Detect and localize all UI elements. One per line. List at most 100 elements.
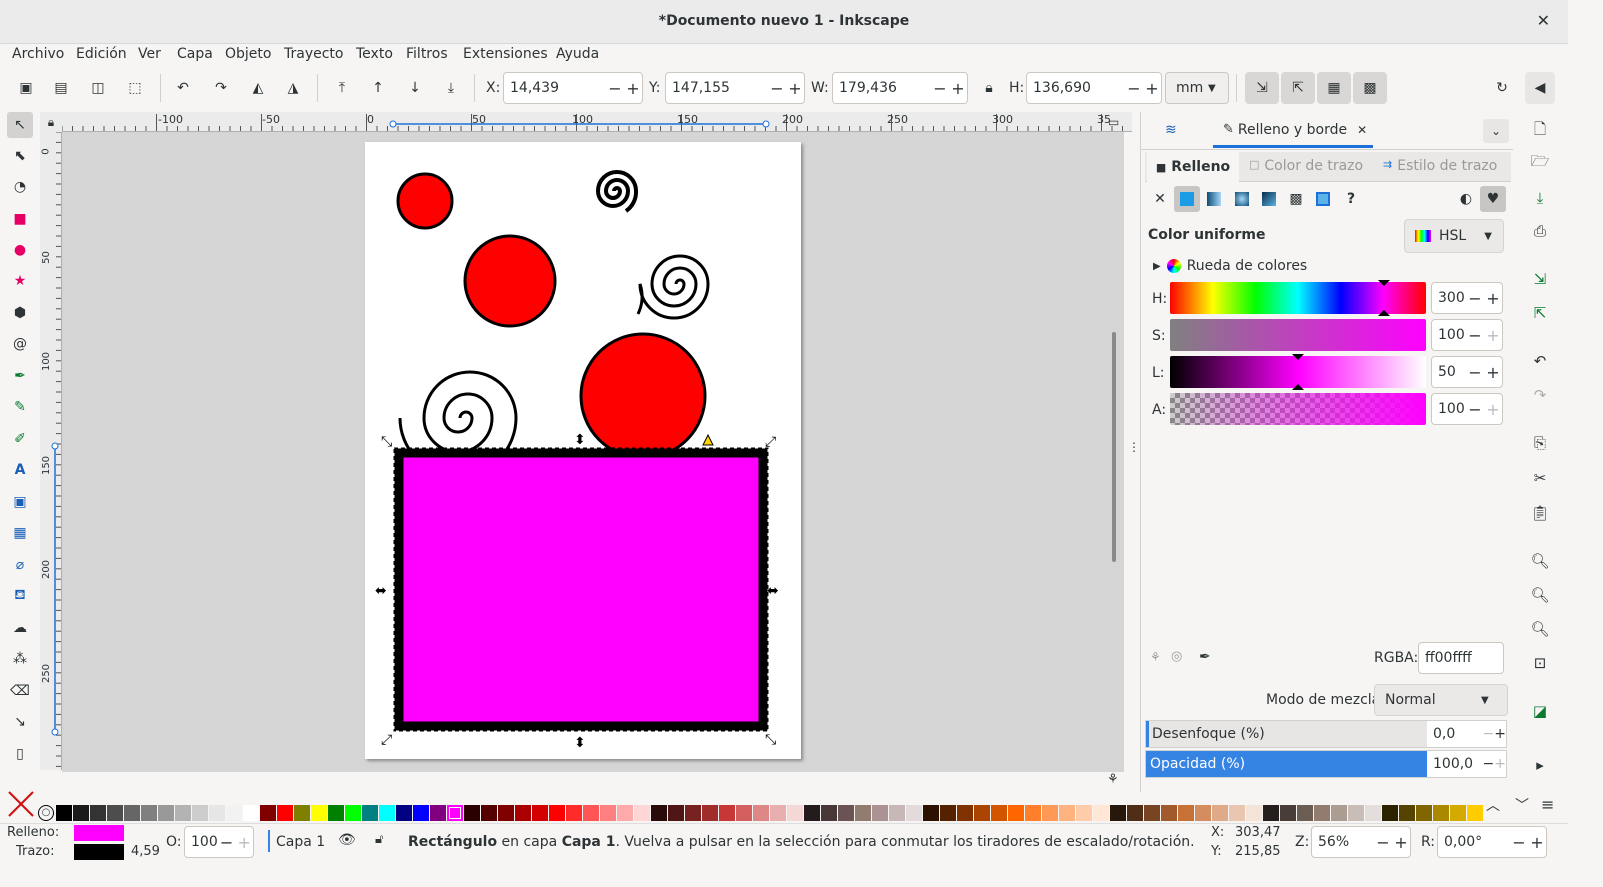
lightness-increment[interactable]: + bbox=[1484, 363, 1502, 382]
palette-swatch[interactable] bbox=[1416, 805, 1432, 821]
paste-icon[interactable]: 📋︎ bbox=[1527, 500, 1553, 526]
menu-extensiones[interactable]: Extensiones bbox=[463, 46, 548, 62]
palette-swatch[interactable] bbox=[1263, 805, 1279, 821]
palette-scroll-up-icon[interactable]: ︿ bbox=[1486, 795, 1500, 815]
selector-tool-icon[interactable]: ↖ bbox=[7, 112, 33, 138]
color-wheel-expander[interactable]: ▶ Rueda de colores bbox=[1153, 258, 1307, 274]
lock-ratio-icon[interactable]: 🔒︎ bbox=[976, 75, 1002, 101]
palette-swatch[interactable] bbox=[600, 805, 616, 821]
star-tool-icon[interactable]: ★ bbox=[7, 268, 33, 294]
pen-tool-icon[interactable]: ✒ bbox=[7, 363, 33, 389]
unset-paint-icon[interactable]: ? bbox=[1338, 186, 1364, 212]
menu-texto[interactable]: Texto bbox=[356, 46, 393, 62]
alpha-value[interactable]: 100 bbox=[1432, 401, 1466, 417]
blur-increment[interactable]: + bbox=[1494, 726, 1506, 742]
color-mode-select[interactable]: HSL ▼ bbox=[1404, 219, 1504, 253]
gradient-tool-icon[interactable]: ▣ bbox=[7, 489, 33, 515]
saturation-spin[interactable]: 100 − + bbox=[1431, 319, 1503, 351]
raise-icon[interactable]: ↑ bbox=[365, 75, 391, 101]
x-value[interactable]: 14,439 bbox=[504, 80, 606, 96]
rgba-field[interactable]: ff00ffff bbox=[1418, 642, 1504, 674]
palette-swatch[interactable] bbox=[345, 805, 361, 821]
current-layer[interactable]: Capa 1 bbox=[276, 834, 325, 850]
palette-swatch[interactable] bbox=[362, 805, 378, 821]
lightness-slider-marker[interactable] bbox=[1170, 354, 1426, 394]
palette-swatch[interactable] bbox=[209, 805, 225, 821]
spray-tool-icon[interactable]: ⁂ bbox=[7, 646, 33, 672]
status-opacity-spin[interactable]: 100 − + bbox=[184, 826, 254, 858]
palette-swatch[interactable] bbox=[1093, 805, 1109, 821]
palette-swatch[interactable] bbox=[1467, 805, 1483, 821]
color-managed-icon[interactable]: ⚘ bbox=[1150, 650, 1161, 664]
palette-swatch[interactable] bbox=[549, 805, 565, 821]
h-value[interactable]: 136,690 bbox=[1027, 80, 1125, 96]
palette-swatch[interactable] bbox=[1433, 805, 1449, 821]
open-document-icon[interactable]: 🗁︎ bbox=[1527, 150, 1553, 176]
saturation-increment[interactable]: + bbox=[1484, 326, 1502, 345]
menu-objeto[interactable]: Objeto bbox=[225, 46, 271, 62]
y-value[interactable]: 147,155 bbox=[666, 80, 768, 96]
status-opacity-decrement[interactable]: − bbox=[218, 833, 236, 852]
palette-swatch[interactable] bbox=[804, 805, 820, 821]
palette-swatch[interactable] bbox=[294, 805, 310, 821]
unit-value[interactable]: mm bbox=[1166, 80, 1208, 96]
palette-swatch[interactable] bbox=[1076, 805, 1092, 821]
zoom-decrement[interactable]: − bbox=[1374, 833, 1392, 852]
palette-swatch[interactable] bbox=[821, 805, 837, 821]
fill-rule-nonzero-icon[interactable]: ♥ bbox=[1480, 186, 1506, 212]
zoom-increment[interactable]: + bbox=[1392, 833, 1410, 852]
blend-mode-select[interactable]: Normal ▼ bbox=[1374, 684, 1508, 716]
status-opacity-increment[interactable]: + bbox=[235, 833, 253, 852]
palette-swatch[interactable] bbox=[1042, 805, 1058, 821]
palette-swatch[interactable] bbox=[787, 805, 803, 821]
lightness-value[interactable]: 50 bbox=[1432, 364, 1466, 380]
palette-swatch[interactable] bbox=[311, 805, 327, 821]
rotation-spin[interactable]: 0,00° − + bbox=[1437, 826, 1547, 858]
none-swatch-icon[interactable]: ○ bbox=[38, 805, 54, 821]
raise-to-top-icon[interactable]: ⤒ bbox=[329, 75, 355, 101]
palette-swatch[interactable] bbox=[243, 805, 259, 821]
palette-swatch[interactable] bbox=[1110, 805, 1126, 821]
dropper-tool-icon[interactable]: ⌀ bbox=[7, 552, 33, 578]
alpha-decrement[interactable]: − bbox=[1466, 400, 1484, 419]
fill-rule-evenodd-icon[interactable]: ◐ bbox=[1453, 186, 1479, 212]
palette-swatch[interactable] bbox=[1450, 805, 1466, 821]
subtab-stroke-style[interactable]: ⇉ Estilo de trazo bbox=[1383, 158, 1497, 174]
layer-lock-icon[interactable]: 🔓︎ bbox=[375, 832, 383, 847]
palette-swatch[interactable] bbox=[56, 805, 72, 821]
palette-swatch[interactable] bbox=[328, 805, 344, 821]
palette-swatch[interactable] bbox=[158, 805, 174, 821]
palette-swatch[interactable] bbox=[702, 805, 718, 821]
y-increment[interactable]: + bbox=[786, 79, 804, 98]
palette-swatch[interactable] bbox=[1382, 805, 1398, 821]
radial-gradient-icon[interactable] bbox=[1235, 192, 1249, 206]
palette-swatch[interactable] bbox=[685, 805, 701, 821]
menu-ayuda[interactable]: Ayuda bbox=[556, 46, 599, 62]
close-window-button[interactable]: ✕ bbox=[1537, 11, 1550, 30]
no-color-swatch[interactable] bbox=[6, 789, 36, 819]
unit-select[interactable]: mm ▼ bbox=[1165, 72, 1229, 104]
zoom-fit-icon[interactable]: ⊡ bbox=[1527, 650, 1553, 676]
hue-decrement[interactable]: − bbox=[1466, 289, 1484, 308]
h-field[interactable]: 136,690 − + bbox=[1026, 72, 1162, 104]
palette-swatch[interactable] bbox=[651, 805, 667, 821]
rotation-decrement[interactable]: − bbox=[1510, 833, 1528, 852]
lower-icon[interactable]: ↓ bbox=[402, 75, 428, 101]
opacity-increment[interactable]: + bbox=[1494, 756, 1506, 772]
palette-swatch[interactable] bbox=[838, 805, 854, 821]
save-document-icon[interactable]: ⤓ bbox=[1527, 185, 1553, 211]
new-document-icon[interactable]: 🗋︎ bbox=[1527, 118, 1553, 144]
scale-corners-icon[interactable]: ⇱ bbox=[1281, 72, 1315, 104]
palette-scroll-down-icon[interactable]: ﹀ bbox=[1515, 795, 1529, 815]
h-decrement[interactable]: − bbox=[1125, 79, 1143, 98]
text-tool-icon[interactable]: A bbox=[7, 457, 33, 483]
palette-swatch[interactable] bbox=[107, 805, 123, 821]
palette-swatch[interactable] bbox=[719, 805, 735, 821]
tab-fill-stroke[interactable]: ✎ Relleno y borde ✕ bbox=[1213, 114, 1373, 148]
rotation-increment[interactable]: + bbox=[1528, 833, 1546, 852]
palette-swatch[interactable] bbox=[1365, 805, 1381, 821]
vertical-scrollbar[interactable] bbox=[1112, 332, 1116, 562]
palette-swatch[interactable] bbox=[141, 805, 157, 821]
select-all-icon[interactable]: ▣ bbox=[13, 75, 39, 101]
panel-resize-handle[interactable]: ⋮ bbox=[1128, 440, 1140, 454]
